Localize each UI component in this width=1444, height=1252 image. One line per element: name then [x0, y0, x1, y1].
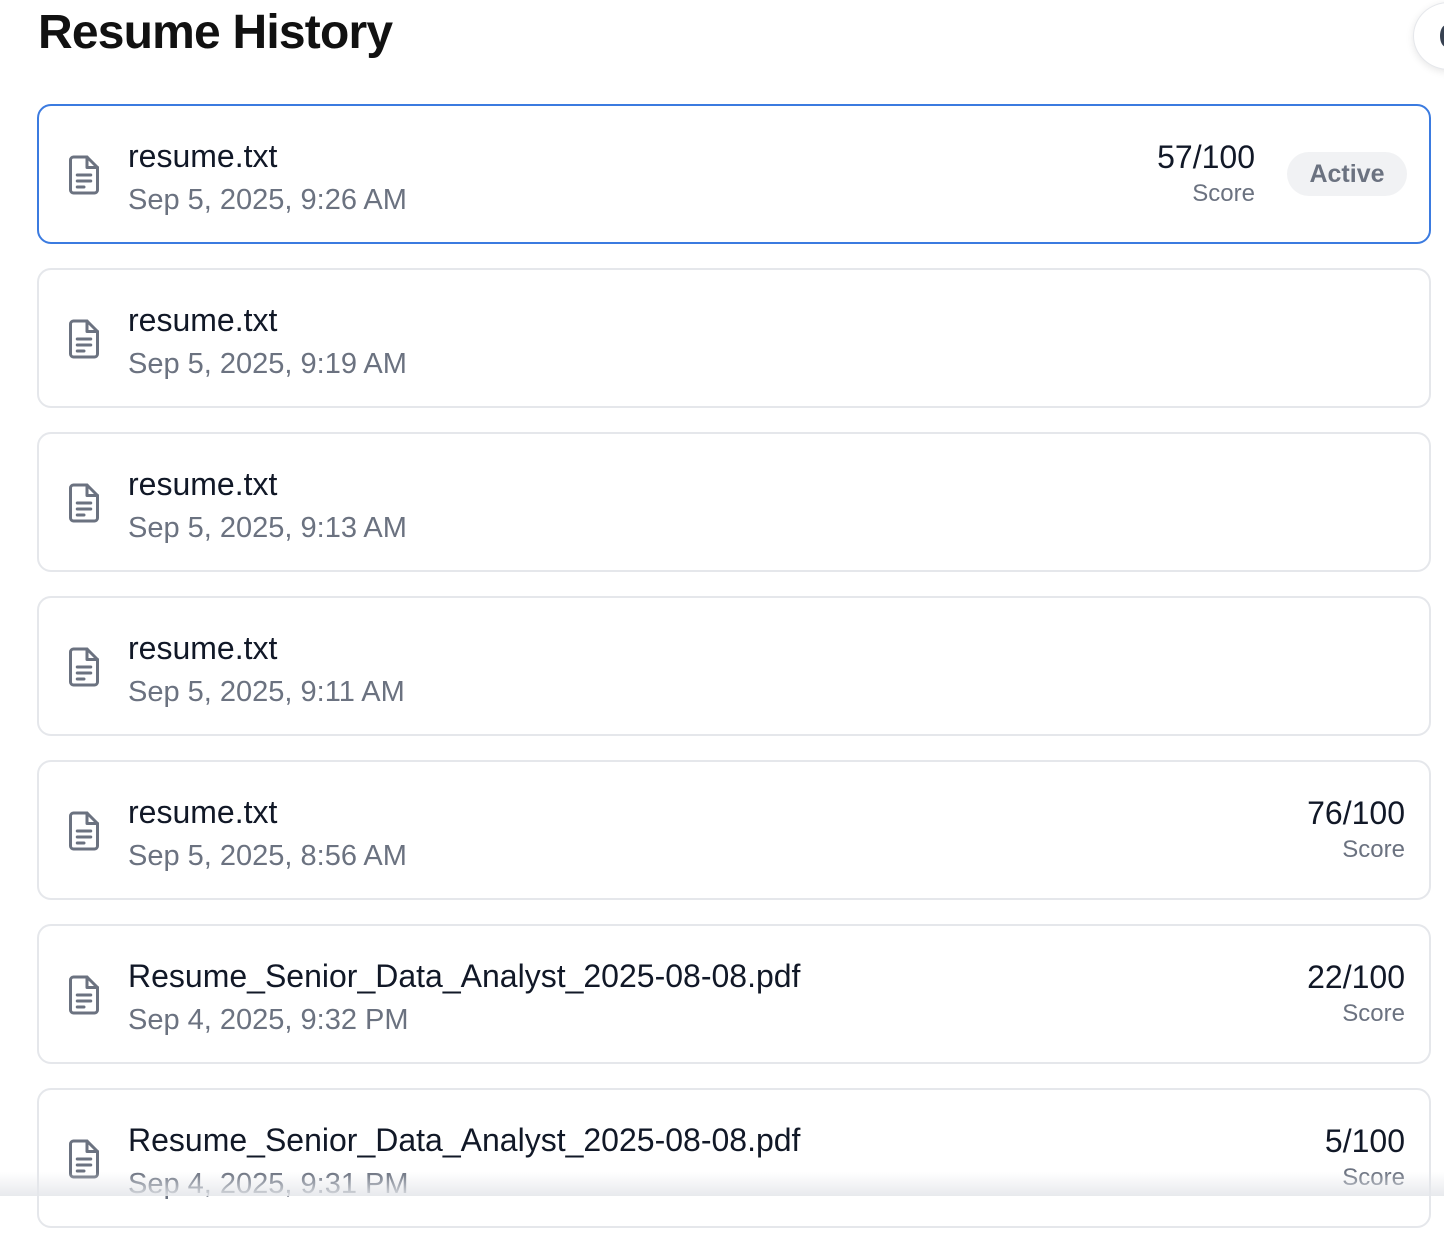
upload-date: Sep 4, 2025, 9:32 PM: [128, 1004, 409, 1036]
file-name: Resume_Senior_Data_Analyst_2025-08-08.pd…: [128, 1122, 801, 1158]
upload-date: Sep 5, 2025, 9:13 AM: [128, 512, 407, 544]
history-item[interactable]: Resume_Senior_Data_Analyst_2025-08-08.pd…: [37, 1088, 1431, 1228]
resume-history-list: resume.txt Sep 5, 2025, 9:26 AM 57/100 Scor…: [37, 104, 1431, 1252]
partial-icon: [1440, 25, 1444, 47]
score-label: Score: [1342, 836, 1405, 863]
score-block: 22/100 Score: [1307, 956, 1405, 1030]
history-item[interactable]: Resume_Senior_Data_Analyst_2025-08-08.pd…: [37, 924, 1431, 1064]
document-icon: [66, 974, 102, 1016]
file-name: resume.txt: [128, 466, 278, 502]
history-item[interactable]: resume.txt Sep 5, 2025, 9:26 AM 57/100 Scor…: [37, 104, 1431, 244]
file-name: resume.txt: [128, 138, 278, 174]
file-name: resume.txt: [128, 302, 278, 338]
score-value: 5/100: [1324, 1123, 1405, 1159]
document-icon: [66, 646, 102, 688]
document-icon: [66, 154, 102, 196]
document-icon: [66, 810, 102, 852]
scroll-fade: [0, 1172, 1444, 1196]
score-label: Score: [1342, 1000, 1405, 1027]
upload-date: Sep 5, 2025, 9:19 AM: [128, 348, 407, 380]
page-title: Resume History: [38, 6, 393, 59]
file-name: resume.txt: [128, 630, 278, 666]
score-value: 57/100: [1157, 139, 1255, 175]
history-item[interactable]: resume.txt Sep 5, 2025, 9:19 AM: [37, 268, 1431, 408]
score-value: 22/100: [1307, 959, 1405, 995]
history-item[interactable]: resume.txt Sep 5, 2025, 9:11 AM: [37, 596, 1431, 736]
history-item[interactable]: resume.txt Sep 5, 2025, 8:56 AM 76/100 Scor…: [37, 760, 1431, 900]
status-badge: Active: [1287, 152, 1407, 196]
history-item[interactable]: resume.txt Sep 5, 2025, 9:13 AM: [37, 432, 1431, 572]
file-name: resume.txt: [128, 794, 278, 830]
upload-date: Sep 5, 2025, 9:11 AM: [128, 676, 405, 708]
score-label: Score: [1192, 180, 1255, 207]
document-icon: [66, 482, 102, 524]
score-block: 57/100 Score: [1157, 136, 1255, 210]
document-icon: [66, 318, 102, 360]
upload-date: Sep 5, 2025, 9:26 AM: [128, 184, 407, 216]
score-value: 76/100: [1307, 795, 1405, 831]
file-name: Resume_Senior_Data_Analyst_2025-08-08.pd…: [128, 958, 801, 994]
upload-date: Sep 5, 2025, 8:56 AM: [128, 840, 407, 872]
score-block: 76/100 Score: [1307, 792, 1405, 866]
floating-action-button[interactable]: [1413, 2, 1444, 70]
